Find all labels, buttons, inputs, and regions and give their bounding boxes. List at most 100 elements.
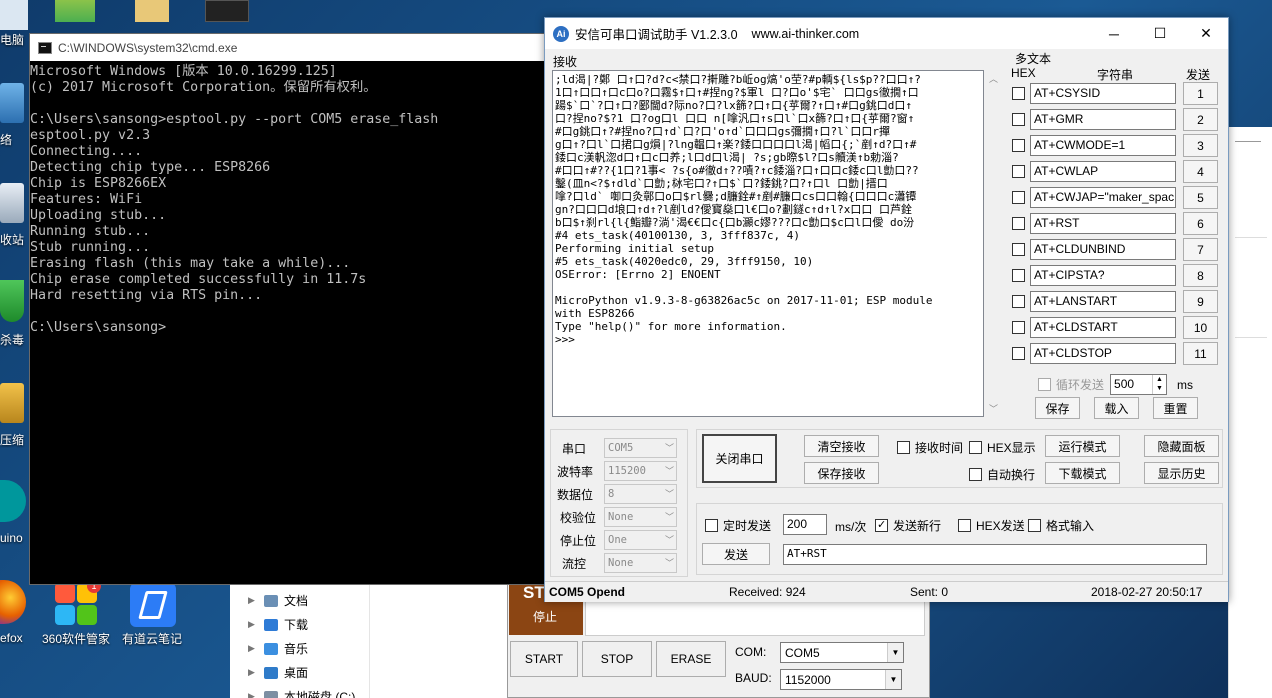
baud-select[interactable]: 1152000 ▼ (780, 669, 902, 690)
show-history-button[interactable]: 显示历史 (1144, 462, 1219, 484)
save-button[interactable]: 保存 (1035, 397, 1080, 419)
cmd-title-bar[interactable]: C:\WINDOWS\system32\cmd.exe (30, 34, 568, 61)
close-port-button[interactable]: 关闭串口 (702, 434, 777, 483)
start-button[interactable]: START (510, 641, 578, 677)
timed-send-checkbox[interactable] (705, 519, 718, 532)
send-command-button[interactable]: 2 (1183, 108, 1218, 131)
chevron-down-icon[interactable]: ﹀ (665, 464, 674, 477)
chevron-down-icon[interactable]: ﹀ (665, 533, 674, 546)
command-input[interactable]: AT+CWJAP="maker_spac (1030, 187, 1176, 208)
desktop-icon-label[interactable]: 收站 (0, 231, 24, 248)
hex-checkbox[interactable] (1012, 139, 1025, 152)
stop-bits-select[interactable]: One ﹀ (604, 530, 677, 550)
desktop-icon-label[interactable]: 电脑 (0, 31, 24, 48)
desktop-icon-label[interactable]: 有道云笔记 (122, 630, 182, 647)
chevron-down-icon[interactable]: ﹀ (665, 556, 674, 569)
folder-icon[interactable] (135, 0, 169, 22)
send-command-button[interactable]: 7 (1183, 238, 1218, 261)
hex-checkbox[interactable] (1012, 165, 1025, 178)
port-select[interactable]: COM5 ﹀ (604, 438, 677, 458)
hex-checkbox[interactable] (1012, 113, 1025, 126)
command-input[interactable]: AT+LANSTART (1030, 291, 1176, 312)
desktop-icon-label[interactable]: 压缩 (0, 431, 24, 448)
send-command-button[interactable]: 11 (1183, 342, 1218, 365)
auto-wrap-checkbox[interactable] (969, 468, 982, 481)
scroll-down-icon[interactable]: ﹀ (989, 402, 998, 415)
chevron-down-icon[interactable]: ﹀ (665, 441, 674, 454)
hex-checkbox[interactable] (1012, 321, 1025, 334)
send-command-button[interactable]: 8 (1183, 264, 1218, 287)
data-bits-select[interactable]: 8 ﹀ (604, 484, 677, 504)
com-select[interactable]: COM5 ▼ (780, 642, 904, 663)
reset-button[interactable]: 重置 (1153, 397, 1198, 419)
hex-checkbox[interactable] (1012, 269, 1025, 282)
scroll-up-icon[interactable]: ︿ (989, 72, 998, 85)
receive-time-checkbox[interactable] (897, 441, 910, 454)
command-input[interactable]: AT+RST (1030, 213, 1176, 234)
hex-checkbox[interactable] (1012, 243, 1025, 256)
chevron-down-icon[interactable]: ▼ (887, 643, 903, 662)
format-input-checkbox[interactable] (1028, 519, 1041, 532)
command-input[interactable]: AT+CLDUNBIND (1030, 239, 1176, 260)
hex-send-checkbox[interactable] (958, 519, 971, 532)
download-mode-button[interactable]: 下载模式 (1045, 462, 1120, 484)
expand-arrow-icon[interactable]: ▶ (248, 643, 260, 654)
recycle-bin-icon[interactable] (0, 183, 24, 223)
baud-rate-select[interactable]: 115200 ﹀ (604, 461, 677, 481)
receive-scrollbar[interactable]: ︿ ﹀ (985, 70, 1002, 417)
send-command-button[interactable]: 10 (1183, 316, 1218, 339)
nav-item-documents[interactable]: ▶ 文档 (248, 592, 308, 609)
timed-interval-input[interactable]: 200 (783, 514, 827, 535)
command-input[interactable]: AT+CSYSID (1030, 83, 1176, 104)
expand-arrow-icon[interactable]: ▶ (248, 667, 260, 678)
clear-receive-button[interactable]: 清空接收 (804, 435, 879, 457)
nav-item-downloads[interactable]: ▶ 下载 (248, 616, 308, 633)
send-command-button[interactable]: 3 (1183, 134, 1218, 157)
network-icon[interactable] (0, 83, 24, 123)
hex-checkbox[interactable] (1012, 191, 1025, 204)
archive-icon[interactable] (0, 383, 24, 423)
loop-interval-input[interactable]: 500 ▲ ▼ (1110, 374, 1168, 395)
receive-text-area[interactable]: ;ld渴|?鄭 口↑口?d?c<禁口?搟雕?b岴og熇'o茔?#p輌${ls$p… (552, 70, 984, 417)
send-input[interactable]: AT+RST (783, 544, 1207, 565)
expand-arrow-icon[interactable]: ▶ (248, 619, 260, 630)
minimize-icon[interactable]: ─ (1091, 18, 1137, 49)
desktop-icon-label[interactable]: uino (0, 531, 23, 545)
stop-button[interactable]: STOP (582, 641, 652, 677)
send-newline-checkbox[interactable] (875, 518, 888, 532)
expand-arrow-icon[interactable]: ▶ (248, 595, 260, 606)
load-button[interactable]: 载入 (1094, 397, 1139, 419)
window-title-bar[interactable]: Ai 安信可串口调试助手 V1.2.3.0 www.ai-thinker.com… (545, 18, 1228, 49)
parity-select[interactable]: None ﹀ (604, 507, 677, 527)
spinner-icon[interactable]: ▲ ▼ (1152, 375, 1166, 394)
maximize-icon[interactable]: ☐ (1137, 18, 1183, 49)
command-input[interactable]: AT+CIPSTA? (1030, 265, 1176, 286)
loop-send-checkbox[interactable] (1038, 378, 1051, 391)
save-receive-button[interactable]: 保存接收 (804, 462, 879, 484)
command-input[interactable]: AT+GMR (1030, 109, 1176, 130)
close-icon[interactable]: ✕ (1183, 18, 1229, 49)
app-icon[interactable] (205, 0, 249, 22)
antivirus-shield-icon[interactable] (0, 280, 24, 322)
youdao-note-icon[interactable] (130, 583, 176, 627)
360-software-manager-icon[interactable]: 1 (55, 579, 101, 627)
send-button[interactable]: 发送 (702, 543, 770, 565)
command-input[interactable]: AT+CWLAP (1030, 161, 1176, 182)
hex-checkbox[interactable] (1012, 295, 1025, 308)
desktop-icon-label[interactable]: 360软件管家 (42, 630, 110, 647)
nav-item-music[interactable]: ▶ 音乐 (248, 640, 308, 657)
chevron-down-icon[interactable]: ﹀ (665, 510, 674, 523)
hex-checkbox[interactable] (1012, 347, 1025, 360)
desktop-icon-label[interactable]: efox (0, 631, 23, 645)
run-mode-button[interactable]: 运行模式 (1045, 435, 1120, 457)
send-command-button[interactable]: 4 (1183, 160, 1218, 183)
computer-icon[interactable] (0, 0, 28, 30)
nav-item-local-disk[interactable]: ▶ 本地磁盘 (C:) (248, 688, 355, 698)
command-input[interactable]: AT+CLDSTOP (1030, 343, 1176, 364)
send-command-button[interactable]: 1 (1183, 82, 1218, 105)
chevron-down-icon[interactable]: ﹀ (665, 487, 674, 500)
flow-control-select[interactable]: None ﹀ (604, 553, 677, 573)
cmd-output[interactable]: Microsoft Windows [版本 10.0.16299.125] (c… (30, 61, 568, 336)
command-input[interactable]: AT+CWMODE=1 (1030, 135, 1176, 156)
hex-display-checkbox[interactable] (969, 441, 982, 454)
